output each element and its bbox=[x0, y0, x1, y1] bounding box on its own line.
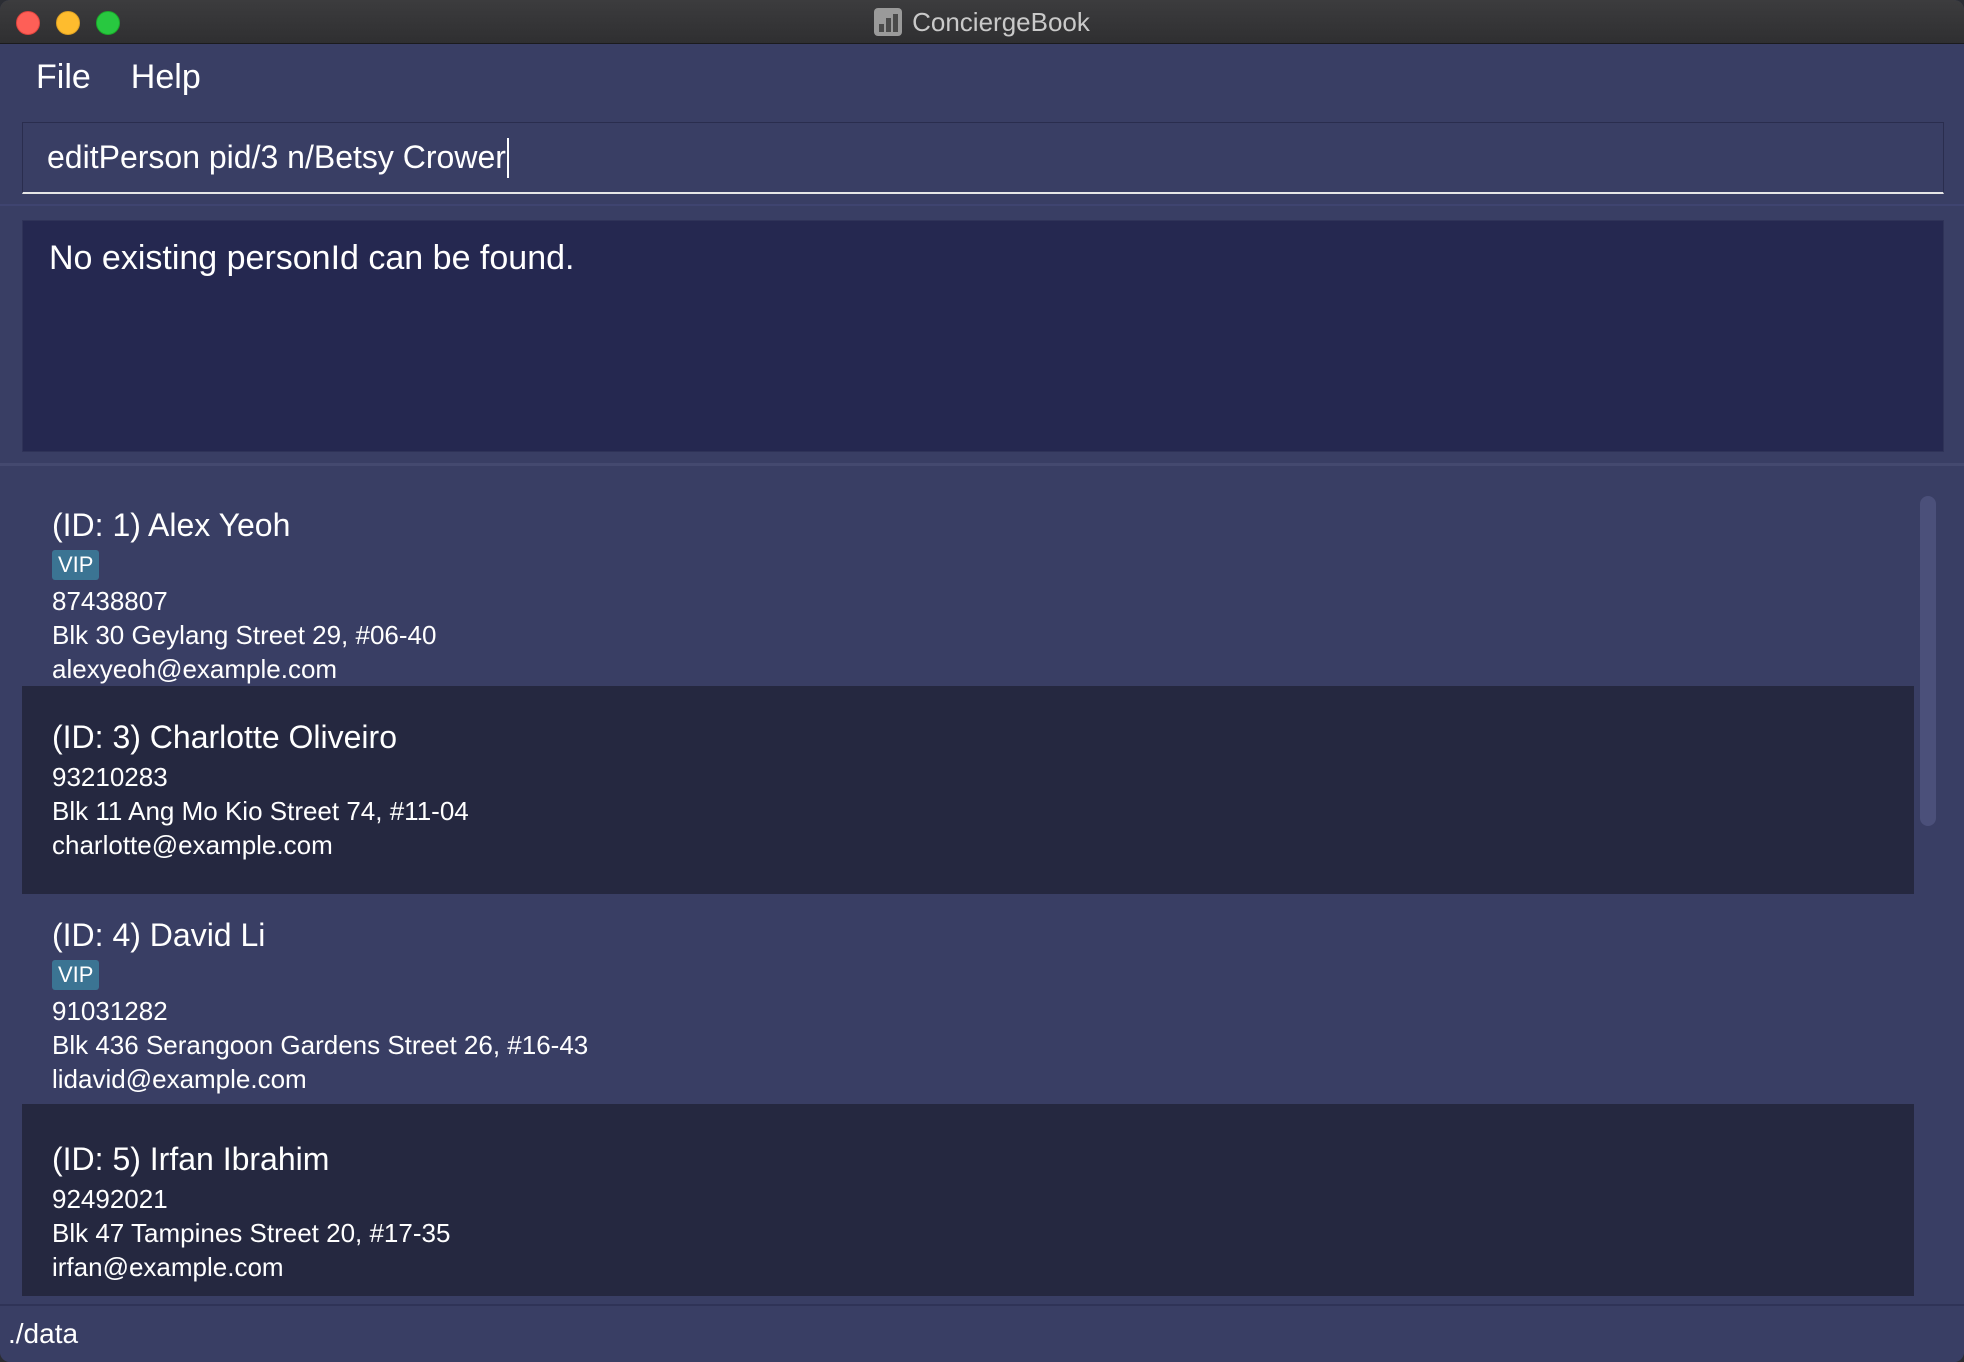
person-list[interactable]: (ID: 1) Alex Yeoh VIP 87438807 Blk 30 Ge… bbox=[22, 486, 1914, 1296]
result-display-container: No existing personId can be found. bbox=[0, 208, 1964, 466]
list-scrollbar[interactable] bbox=[1920, 496, 1936, 826]
person-name: (ID: 1) Alex Yeoh bbox=[52, 507, 291, 543]
person-name: (ID: 5) Irfan Ibrahim bbox=[52, 1141, 330, 1177]
person-tag: VIP bbox=[52, 550, 100, 580]
data-file-path: ./data bbox=[8, 1318, 79, 1349]
result-message: No existing personId can be found. bbox=[49, 239, 575, 277]
result-display[interactable]: No existing personId can be found. bbox=[22, 220, 1944, 452]
command-box-container: editPerson pid/3 n/Betsy Crower bbox=[0, 110, 1964, 206]
person-phone: 91031282 bbox=[52, 996, 168, 1026]
person-card[interactable]: (ID: 3) Charlotte Oliveiro 93210283 Blk … bbox=[22, 686, 1914, 894]
person-email: alexyeoh@example.com bbox=[52, 654, 338, 684]
title-bar[interactable]: ConciergeBook bbox=[0, 0, 1964, 44]
command-input[interactable]: editPerson pid/3 n/Betsy Crower bbox=[22, 122, 1944, 194]
person-name: (ID: 3) Charlotte Oliveiro bbox=[52, 719, 397, 755]
person-email: lidavid@example.com bbox=[52, 1064, 307, 1094]
menu-help[interactable]: Help bbox=[131, 58, 201, 97]
person-name: (ID: 4) David Li bbox=[52, 917, 266, 953]
person-list-panel: (ID: 1) Alex Yeoh VIP 87438807 Blk 30 Ge… bbox=[0, 466, 1964, 1304]
text-caret bbox=[506, 137, 509, 178]
menu-bar: File Help bbox=[0, 44, 1964, 110]
person-card[interactable]: (ID: 4) David Li VIP 91031282 Blk 436 Se… bbox=[22, 894, 1914, 1104]
person-address: Blk 30 Geylang Street 29, #06-40 bbox=[52, 620, 437, 650]
person-card[interactable]: (ID: 5) Irfan Ibrahim 92492021 Blk 47 Ta… bbox=[22, 1104, 1914, 1296]
person-tag: VIP bbox=[52, 960, 100, 990]
title-wrap: ConciergeBook bbox=[0, 0, 1964, 44]
building-icon bbox=[874, 8, 903, 36]
person-phone: 93210283 bbox=[52, 762, 168, 792]
person-address: Blk 47 Tampines Street 20, #17-35 bbox=[52, 1218, 451, 1248]
menu-file[interactable]: File bbox=[36, 58, 91, 97]
command-text: editPerson pid/3 n/Betsy Crower bbox=[47, 139, 506, 175]
window-title: ConciergeBook bbox=[912, 6, 1090, 37]
status-bar: ./data bbox=[0, 1304, 1964, 1362]
person-address: Blk 436 Serangoon Gardens Street 26, #16… bbox=[52, 1030, 589, 1060]
person-email: irfan@example.com bbox=[52, 1252, 284, 1282]
person-email: charlotte@example.com bbox=[52, 830, 333, 860]
person-phone: 92492021 bbox=[52, 1184, 168, 1214]
app-window: ConciergeBook File Help editPerson pid/3… bbox=[0, 0, 1964, 1362]
person-address: Blk 11 Ang Mo Kio Street 74, #11-04 bbox=[52, 796, 469, 826]
person-card[interactable]: (ID: 1) Alex Yeoh VIP 87438807 Blk 30 Ge… bbox=[22, 486, 1914, 686]
person-phone: 87438807 bbox=[52, 586, 168, 616]
